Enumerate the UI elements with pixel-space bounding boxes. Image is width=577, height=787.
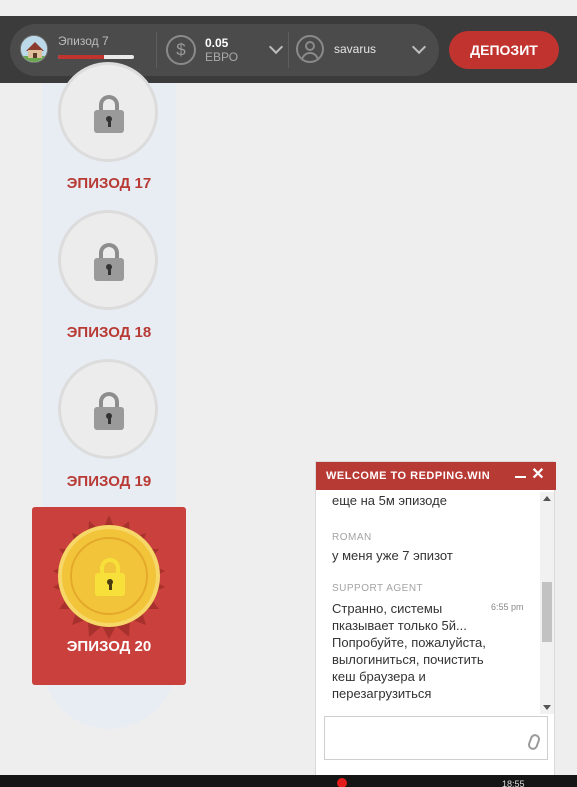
dollar-coin-icon: $ [166, 35, 196, 65]
header-divider [288, 32, 289, 68]
chat-input[interactable] [324, 716, 548, 760]
chat-sender: ROMAN [332, 532, 372, 543]
scrollbar-thumb[interactable] [542, 582, 552, 642]
deposit-button[interactable]: ДЕПОЗИТ [449, 31, 559, 69]
user-avatar-icon[interactable] [296, 35, 324, 63]
chat-message: у меня уже 7 эпизот [332, 548, 453, 563]
chat-header[interactable]: WELCOME TO REDPING.WIN ✕ [316, 462, 556, 490]
episode-18-title[interactable]: ЭПИЗОД 18 [42, 324, 176, 341]
lock-icon [94, 95, 124, 133]
minimize-icon[interactable] [515, 476, 526, 478]
close-icon[interactable]: ✕ [529, 466, 547, 484]
notification-dot [337, 778, 347, 787]
balance-currency: ЕВРО [205, 50, 239, 64]
scroll-down-arrow-icon[interactable] [543, 705, 551, 710]
chat-widget: WELCOME TO REDPING.WIN ✕ еще на 5м эпизо… [315, 461, 556, 787]
lock-icon [94, 392, 124, 430]
episode-20-card[interactable]: ЭПИЗОД 20 [32, 507, 186, 685]
chat-scrollbar[interactable] [540, 492, 554, 714]
chat-message-time: 6:55 pm [491, 602, 524, 612]
episode-18-badge[interactable] [58, 210, 158, 310]
header-divider [156, 32, 157, 68]
taskbar-clock: 18:55 [502, 779, 525, 787]
scroll-up-arrow-icon[interactable] [543, 496, 551, 501]
balance-amount: 0.05 [205, 36, 229, 50]
episode-progress-fill [58, 55, 104, 59]
chat-message: Странно, системы пказывает только 5й... … [332, 601, 486, 701]
episode-17-title[interactable]: ЭПИЗОД 17 [42, 175, 176, 192]
username[interactable]: savarus [334, 42, 376, 56]
episode-19-title[interactable]: ЭПИЗОД 19 [42, 473, 176, 490]
episode-avatar[interactable] [20, 35, 48, 63]
current-episode-label: Эпизод 7 [58, 34, 109, 48]
episode-20-title: ЭПИЗОД 20 [66, 638, 152, 655]
episode-19-badge[interactable] [58, 359, 158, 459]
lock-icon [94, 243, 124, 281]
chat-title: WELCOME TO REDPING.WIN [326, 470, 491, 482]
chat-sender: SUPPORT AGENT [332, 583, 424, 594]
chat-message: еще на 5м эпизоде [332, 493, 447, 508]
chat-messages[interactable]: еще на 5м эпизоде ROMAN у меня уже 7 эпи… [316, 490, 554, 716]
lock-icon [95, 558, 125, 596]
episode-progress-bar [58, 55, 134, 59]
gold-medal [58, 525, 160, 627]
episode-17-badge[interactable] [58, 62, 158, 162]
taskbar [0, 775, 577, 787]
